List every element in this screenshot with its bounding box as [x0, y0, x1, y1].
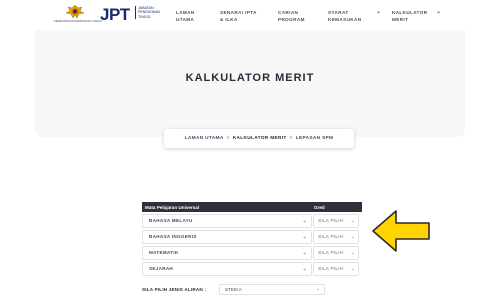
subject-value: BAHASA MELAYU: [149, 218, 193, 223]
chevron-down-icon: ⌄: [350, 234, 355, 240]
subject-select[interactable]: BAHASA INGGERIS ⌄: [142, 230, 312, 244]
chevron-down-icon: ⌄: [376, 9, 382, 15]
breadcrumb-current: LEPASAN SPM: [295, 136, 334, 141]
table-row: BAHASA MELAYU ⌄ SILA PILIH ⌄: [142, 214, 362, 228]
top-header: KEMENTERIAN PENDIDIKAN TINGGI JPT JABATA…: [0, 0, 500, 30]
chevron-down-icon: ⌄: [350, 266, 355, 272]
chevron-down-icon: ⌄: [350, 250, 355, 256]
page-title: KALKULATOR MERIT: [185, 72, 315, 84]
nav-carian-program[interactable]: CARIAN PROGRAM: [278, 9, 312, 23]
stream-select[interactable]: STEM A ⌄: [219, 284, 325, 295]
grade-select[interactable]: SILA PILIH ⌄: [313, 230, 359, 244]
breadcrumb-separator: >: [289, 136, 293, 141]
jpt-logo[interactable]: JPT: [100, 6, 130, 23]
breadcrumb-home[interactable]: LAMAN UTAMA: [185, 136, 224, 141]
column-grade: Gred: [314, 205, 325, 210]
stream-label: SILA PILIH JENIS ALIRAN :: [142, 287, 207, 292]
table-row: SEJARAH ⌄ SILA PILIH ⌄: [142, 262, 362, 276]
chevron-down-icon: ⌄: [302, 266, 307, 272]
breadcrumb-kalkulator[interactable]: KALKULATOR MERIT: [233, 136, 287, 141]
grade-value: SILA PILIH: [318, 266, 344, 271]
chevron-down-icon: ⌄: [315, 286, 320, 292]
grade-value: SILA PILIH: [318, 250, 344, 255]
nav-syarat-kemasukan[interactable]: SYARAT KEMASUKAN ⌄: [328, 9, 381, 23]
subject-select[interactable]: MATEMATIK ⌄: [142, 246, 312, 260]
table-row: BAHASA INGGERIS ⌄ SILA PILIH ⌄: [142, 230, 362, 244]
crest-icon: [65, 4, 85, 19]
grade-value: SILA PILIH: [318, 218, 344, 223]
subject-value: SEJARAH: [149, 266, 174, 271]
arrow-left-icon: [372, 210, 430, 252]
nav-laman-utama[interactable]: LAMAN UTAMA: [176, 9, 208, 23]
subject-value: BAHASA INGGERIS: [149, 234, 197, 239]
table-header: Mata Pelajaran Universal Gred: [142, 202, 362, 212]
grade-select[interactable]: SILA PILIH ⌄: [313, 262, 359, 276]
column-subject: Mata Pelajaran Universal: [145, 205, 200, 210]
table-row: MATEMATIK ⌄ SILA PILIH ⌄: [142, 246, 362, 260]
ministry-name: KEMENTERIAN PENDIDIKAN TINGGI: [54, 20, 102, 23]
subject-value: MATEMATIK: [149, 250, 179, 255]
grade-select[interactable]: SILA PILIH ⌄: [313, 246, 359, 260]
breadcrumb: LAMAN UTAMA > KALKULATOR MERIT > LEPASAN…: [164, 129, 354, 148]
chevron-down-icon: ⌄: [350, 218, 355, 224]
chevron-down-icon: ⌄: [302, 250, 307, 256]
grade-value: SILA PILIH: [318, 234, 344, 239]
nav-senarai-ipta[interactable]: SENARAI IPTA & ILKA: [220, 9, 260, 23]
subject-select[interactable]: BAHASA MELAYU ⌄: [142, 214, 312, 228]
grade-select[interactable]: SILA PILIH ⌄: [313, 214, 359, 228]
chevron-down-icon: ⌄: [436, 9, 442, 15]
nav-label: KALKULATOR MERIT: [392, 10, 428, 22]
jpt-logo-subtitle: JABATAN PENDIDIKAN TINGGI: [135, 6, 163, 20]
chevron-down-icon: ⌄: [302, 218, 307, 224]
breadcrumb-separator: >: [226, 136, 230, 141]
chevron-down-icon: ⌄: [302, 234, 307, 240]
subject-table: Mata Pelajaran Universal Gred BAHASA MEL…: [142, 202, 362, 276]
nav-kalkulator-merit[interactable]: KALKULATOR MERIT ⌄: [392, 9, 441, 23]
subject-select[interactable]: SEJARAH ⌄: [142, 262, 312, 276]
stream-value: STEM A: [225, 287, 242, 292]
nav-label: SYARAT KEMASUKAN: [328, 10, 362, 22]
